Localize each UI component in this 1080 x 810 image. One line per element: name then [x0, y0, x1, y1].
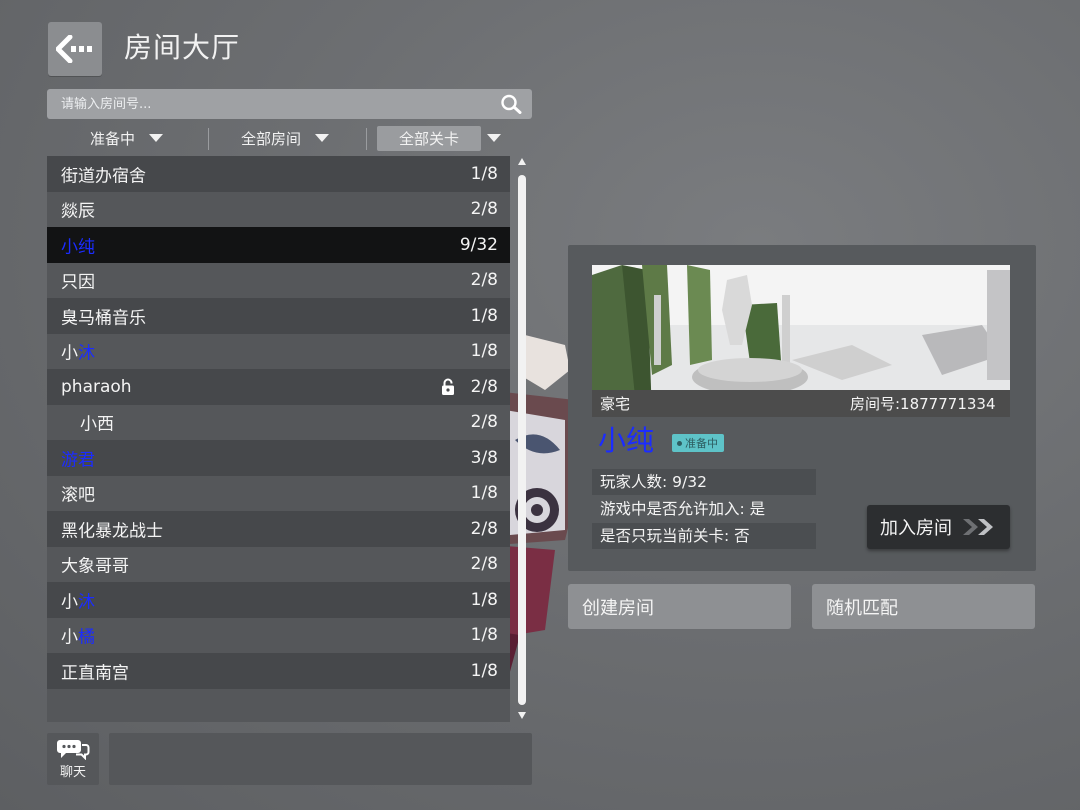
- room-name-part: 小: [61, 627, 78, 648]
- room-player-count: 2/8: [470, 518, 498, 539]
- room-row[interactable]: 街道办宿舍 1/8: [47, 156, 510, 192]
- room-player-count: 1/8: [470, 305, 498, 326]
- chevron-down-icon: [149, 134, 164, 142]
- room-row[interactable]: 正直南宫 1/8: [47, 653, 510, 689]
- create-room-label: 创建房间: [582, 597, 654, 619]
- chat-button[interactable]: 聊天: [47, 733, 99, 785]
- join-room-button[interactable]: 加入房间: [867, 505, 1010, 549]
- room-name: 小沐: [61, 339, 95, 364]
- scroll-up-arrow-icon[interactable]: [518, 158, 526, 165]
- room-player-count: 1/8: [470, 660, 498, 681]
- player-count-info: 玩家人数: 9/32: [592, 469, 816, 495]
- room-name: 燚辰: [61, 201, 95, 222]
- room-row[interactable]: 只因 2/8: [47, 262, 510, 298]
- allow-join-info: 游戏中是否允许加入: 是: [600, 500, 766, 518]
- back-button[interactable]: [48, 22, 102, 76]
- join-room-label: 加入房间: [880, 518, 952, 539]
- filter-room-type-label: 全部房间: [241, 129, 302, 148]
- room-name: 游君: [61, 450, 95, 471]
- room-name: 小西: [80, 414, 114, 435]
- chevron-down-icon: [315, 134, 330, 142]
- room-player-count: 2/8: [470, 376, 498, 397]
- status-dot-icon: [677, 440, 682, 446]
- room-name-part: 沐: [78, 343, 95, 364]
- room-row[interactable]: 滚吧 1/8: [47, 475, 510, 511]
- room-host-name: 小纯: [598, 424, 655, 457]
- current-level-only-info: 是否只玩当前关卡: 否: [592, 523, 816, 549]
- scroll-down-arrow-icon[interactable]: [518, 712, 526, 719]
- lock-icon: [442, 378, 454, 395]
- room-row[interactable]: 大象哥哥 2/8: [47, 546, 510, 582]
- room-name: 滚吧: [61, 485, 95, 506]
- chat-bubble-icon: [57, 740, 90, 760]
- filter-level-label: 全部关卡: [377, 125, 482, 151]
- room-row[interactable]: 臭马桶音乐 1/8: [47, 298, 510, 334]
- room-name-part: 橘: [78, 627, 95, 648]
- room-player-count: 1/8: [470, 625, 498, 646]
- create-room-button[interactable]: 创建房间: [568, 584, 791, 629]
- status-badge-label: 准备中: [685, 437, 718, 450]
- room-row-selected[interactable]: 小纯 9/32: [47, 227, 510, 263]
- room-row[interactable]: 黑化暴龙战士 2/8: [47, 511, 510, 547]
- chat-label: 聊天: [59, 765, 86, 780]
- random-match-button[interactable]: 随机匹配: [812, 584, 1035, 629]
- room-row[interactable]: 游君 3/8: [47, 440, 510, 476]
- room-name: 黑化暴龙战士: [61, 521, 163, 542]
- room-player-count: 2/8: [470, 199, 498, 220]
- filter-room-type-dropdown[interactable]: 全部房间: [241, 126, 330, 150]
- status-badge: 准备中: [672, 434, 724, 452]
- room-player-count: 1/8: [470, 341, 498, 362]
- room-name-part: 小: [61, 343, 78, 364]
- room-id: 房间号:1877771334: [850, 395, 996, 413]
- filter-divider: [208, 128, 209, 150]
- room-player-count: 1/8: [470, 483, 498, 504]
- room-player-count: 3/8: [470, 447, 498, 468]
- room-row[interactable]: 小沐 1/8: [47, 582, 510, 618]
- room-name: 小纯: [61, 237, 95, 258]
- filter-level-dropdown[interactable]: 全部关卡: [377, 125, 502, 151]
- room-row[interactable]: pharaoh 2/8: [47, 369, 510, 405]
- map-name: 豪宅: [600, 395, 631, 413]
- page-title: 房间大厅: [124, 31, 241, 64]
- back-arrow-icon: [56, 35, 92, 63]
- room-name: 小橘: [61, 623, 95, 648]
- room-player-count: 9/32: [459, 234, 498, 255]
- room-row[interactable]: 小橘 1/8: [47, 617, 510, 653]
- room-name: 街道办宿舍: [61, 166, 146, 187]
- filter-status-dropdown[interactable]: 准备中: [90, 126, 164, 150]
- room-name-part: 沐: [78, 592, 95, 613]
- room-name: 正直南宫: [61, 663, 129, 684]
- room-list-scrollbar[interactable]: [518, 175, 526, 705]
- chat-input-field[interactable]: [109, 733, 532, 785]
- double-chevron-right-icon: [963, 519, 993, 535]
- room-name: pharaoh: [61, 376, 132, 397]
- room-name: 小沐: [61, 587, 95, 612]
- room-name: 大象哥哥: [61, 556, 129, 577]
- chevron-down-icon: [487, 134, 502, 142]
- room-player-count: 2/8: [470, 270, 498, 291]
- room-player-count: 1/8: [470, 589, 498, 610]
- room-row[interactable]: 小西 2/8: [47, 404, 510, 440]
- room-row[interactable]: 燚辰 2/8: [47, 191, 510, 227]
- room-player-count: 1/8: [470, 163, 498, 184]
- room-name: 臭马桶音乐: [61, 308, 146, 329]
- room-player-count: 2/8: [470, 412, 498, 433]
- room-name: 只因: [61, 272, 95, 293]
- room-search[interactable]: [47, 89, 532, 119]
- room-row[interactable]: 小沐 1/8: [47, 333, 510, 369]
- filter-status-label: 准备中: [90, 129, 136, 148]
- random-match-label: 随机匹配: [826, 597, 898, 619]
- room-player-count: 2/8: [470, 554, 498, 575]
- room-list[interactable]: 街道办宿舍 1/8 燚辰 2/8 小纯 9/32 只因 2/8 臭马桶音乐 1/…: [47, 156, 510, 722]
- room-search-input[interactable]: [47, 89, 501, 119]
- room-name-part: 小: [61, 592, 78, 613]
- search-icon[interactable]: [500, 94, 522, 114]
- filter-divider: [366, 128, 367, 150]
